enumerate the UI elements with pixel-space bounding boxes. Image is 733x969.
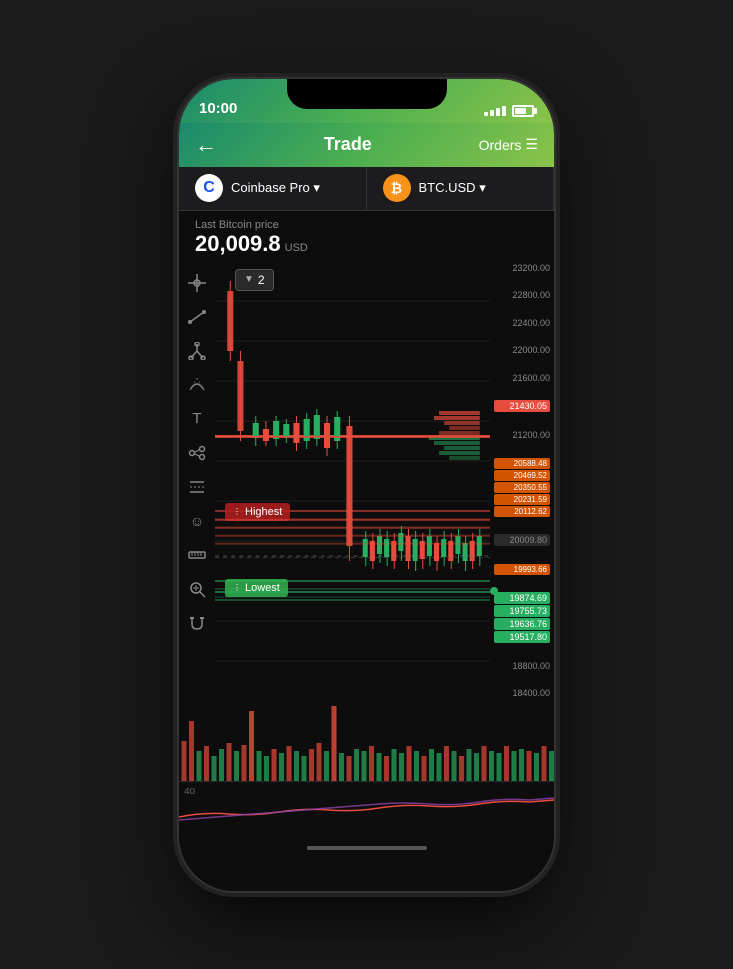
magnet-tool[interactable] xyxy=(183,609,211,637)
emoji-tool[interactable]: ☺ xyxy=(183,507,211,535)
price-axis: 23200.00 22800.00 22400.00 22000.00 2160… xyxy=(490,261,554,701)
coinbase-logo: C xyxy=(195,174,223,202)
price-level-2: 22800.00 xyxy=(494,290,550,300)
orders-label: Orders xyxy=(479,137,522,153)
highest-line-3 xyxy=(215,527,490,529)
home-indicator xyxy=(307,846,427,850)
fork-tool[interactable] xyxy=(183,337,211,365)
back-button[interactable]: ← xyxy=(195,132,217,158)
price-level-10: 20231.59 xyxy=(494,494,550,505)
price-level-8: 20469.52 xyxy=(494,470,550,481)
price-level-current: 21430.05 xyxy=(494,400,550,412)
price-level-15: 19755.73 xyxy=(494,605,550,617)
price-level-7: 20588.48 xyxy=(494,458,550,469)
dotted-line xyxy=(215,557,490,558)
price-level-16: 19636.76 xyxy=(494,618,550,630)
signal-bar-3 xyxy=(496,108,500,116)
crosshair-badge[interactable]: ▼ 2 xyxy=(235,269,274,291)
price-label: Last Bitcoin price xyxy=(195,219,538,231)
status-icons xyxy=(484,105,534,117)
app-header: ← Trade Orders ☰ xyxy=(179,123,554,167)
bottom-nav-hint xyxy=(179,831,554,865)
highest-line-5 xyxy=(215,543,490,545)
price-level-19: 18400.00 xyxy=(494,688,550,698)
ruler-tool[interactable] xyxy=(183,541,211,569)
header-title: Trade xyxy=(324,134,372,155)
price-level-3: 22400.00 xyxy=(494,318,550,328)
svg-text:40: 40 xyxy=(184,786,195,795)
notch xyxy=(287,79,447,109)
btc-logo: ₿ xyxy=(383,174,411,202)
pattern-tool[interactable] xyxy=(183,473,211,501)
crosshair-tool[interactable] xyxy=(183,269,211,297)
volume-area xyxy=(179,701,554,781)
price-level-14: 19874.69 xyxy=(494,592,550,604)
highest-line-2 xyxy=(215,519,490,521)
price-level-1: 23200.00 xyxy=(494,263,550,273)
crosshair-value: 2 xyxy=(258,273,265,287)
battery-fill xyxy=(515,108,526,114)
signal-bar-2 xyxy=(490,110,494,116)
orders-icon: ☰ xyxy=(525,136,538,153)
zoom-tool[interactable] xyxy=(183,575,211,603)
price-currency: USD xyxy=(285,242,308,254)
battery-icon xyxy=(512,105,534,117)
lowest-label[interactable]: ⋮ Lowest xyxy=(225,579,288,597)
exchange-selector[interactable]: C Coinbase Pro ▾ xyxy=(179,167,367,210)
price-level-12: 20009.80 xyxy=(494,534,550,546)
macd-chart: 40 xyxy=(179,782,554,832)
current-price-line xyxy=(215,436,490,438)
node-tool[interactable] xyxy=(183,439,211,467)
price-level-5: 21600.00 xyxy=(494,373,550,383)
indicator-dots-highest: ⋮ xyxy=(233,507,241,516)
exchange-bar: C Coinbase Pro ▾ ₿ BTC.USD ▾ xyxy=(179,167,554,211)
signal-bar-4 xyxy=(502,106,506,116)
text-tool[interactable]: T xyxy=(183,405,211,433)
price-level-6: 21200.00 xyxy=(494,430,550,440)
price-level-17: 19517.80 xyxy=(494,631,550,643)
price-value: 20,009.8 xyxy=(195,231,281,257)
status-time: 10:00 xyxy=(199,100,237,117)
price-level-13: 19993.66 xyxy=(494,564,550,575)
exchange-name: Coinbase Pro ▾ xyxy=(231,180,320,196)
pair-name: BTC.USD ▾ xyxy=(419,180,486,196)
pair-selector[interactable]: ₿ BTC.USD ▾ xyxy=(367,167,555,210)
chart-area[interactable]: T ☺ xyxy=(179,261,554,701)
line-tool[interactable] xyxy=(183,303,211,331)
curve-tool[interactable] xyxy=(183,371,211,399)
indicator-area: 40 xyxy=(179,781,554,831)
phone-frame: 10:00 ← Trade Orders ☰ xyxy=(179,79,554,891)
highest-text: Highest xyxy=(245,506,282,518)
volume-chart xyxy=(179,701,554,781)
lowest-line-3 xyxy=(215,599,490,601)
phone-screen: 10:00 ← Trade Orders ☰ xyxy=(179,79,554,891)
price-level-11: 20112.62 xyxy=(494,506,550,517)
price-level-4: 22000.00 xyxy=(494,345,550,355)
left-toolbar: T ☺ xyxy=(179,261,215,701)
signal-bar-1 xyxy=(484,112,488,116)
highest-line-4 xyxy=(215,535,490,537)
lowest-line-2 xyxy=(215,591,490,593)
price-level-18: 18800.00 xyxy=(494,661,550,671)
price-header: Last Bitcoin price 20,009.8 USD xyxy=(179,211,554,261)
price-level-9: 20350.55 xyxy=(494,482,550,493)
candlestick-chart[interactable] xyxy=(215,261,490,701)
signal-bars xyxy=(484,106,506,116)
orders-button[interactable]: Orders ☰ xyxy=(479,136,538,153)
